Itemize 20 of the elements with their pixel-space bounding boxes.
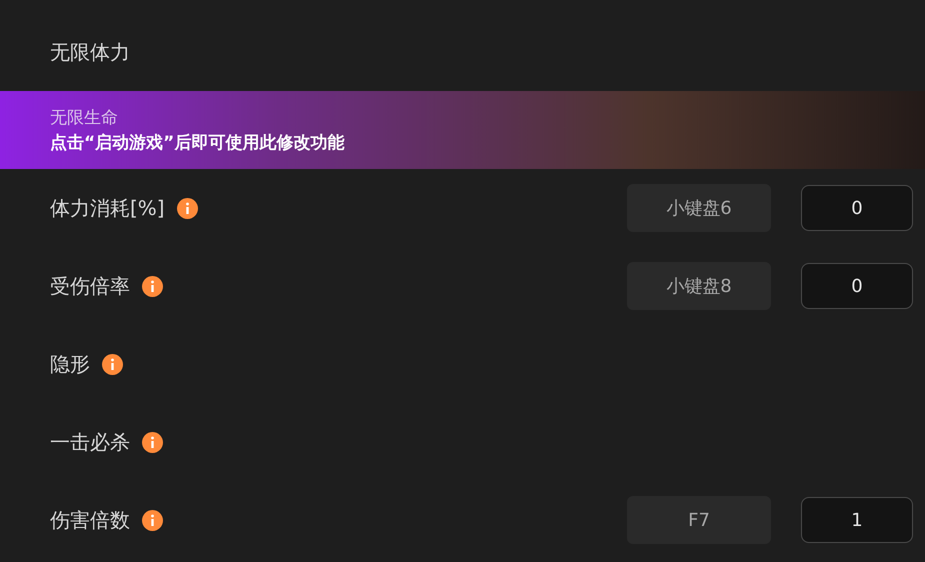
- highlighted-row[interactable]: 无限生命 点击“启动游戏”后即可使用此修改功能: [0, 91, 925, 169]
- option-label: 无限生命: [50, 107, 118, 129]
- option-label: 伤害倍数: [50, 506, 130, 534]
- option-label: 隐形: [50, 350, 90, 378]
- option-label: 体力消耗[%]: [50, 194, 165, 222]
- info-icon[interactable]: [102, 354, 123, 374]
- option-label: 一击必杀: [50, 428, 130, 456]
- hotkey-button[interactable]: 小键盘6: [627, 184, 771, 232]
- option-label: 无限体力: [50, 38, 130, 66]
- hint-text: 点击“启动游戏”后即可使用此修改功能: [50, 132, 346, 154]
- value-field[interactable]: 1: [801, 497, 913, 543]
- value-field[interactable]: 0: [801, 185, 913, 231]
- hotkey-button[interactable]: 小键盘8: [627, 262, 771, 310]
- info-icon[interactable]: [142, 510, 163, 530]
- info-icon[interactable]: [176, 198, 198, 218]
- hotkey-button[interactable]: F7: [627, 496, 771, 544]
- value-field[interactable]: 0: [801, 263, 913, 309]
- info-icon[interactable]: [142, 432, 163, 452]
- info-icon[interactable]: [142, 276, 163, 296]
- option-label: 受伤倍率: [50, 272, 130, 300]
